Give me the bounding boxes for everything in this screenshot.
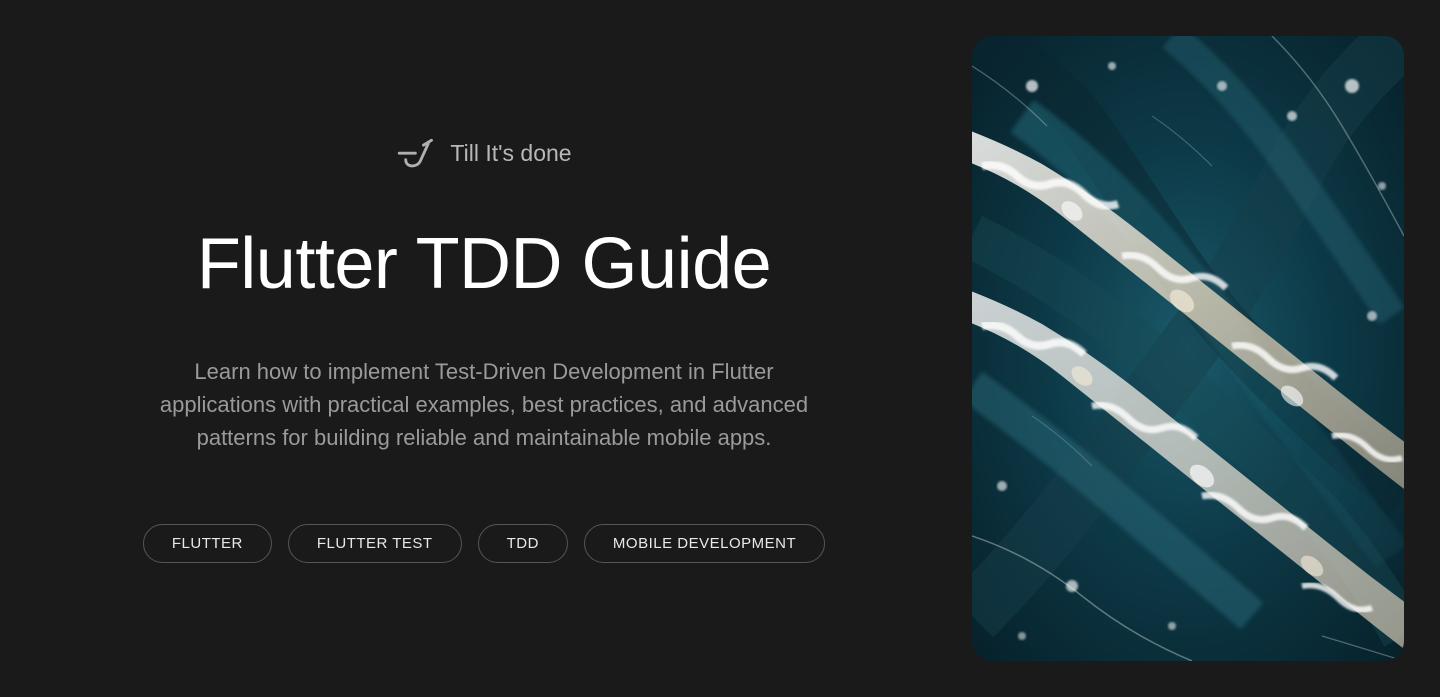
logo: Till It's done [396, 135, 571, 173]
page-description: Learn how to implement Test-Driven Devel… [144, 355, 824, 454]
tag-flutter[interactable]: FLUTTER [143, 524, 272, 563]
page-title: Flutter TDD Guide [197, 223, 771, 305]
page-container: Till It's done Flutter TDD Guide Learn h… [0, 0, 1440, 697]
logo-text: Till It's done [450, 140, 571, 167]
tags-container: FLUTTER FLUTTER TEST TDD MOBILE DEVELOPM… [143, 524, 825, 563]
content-section: Till It's done Flutter TDD Guide Learn h… [36, 36, 932, 661]
image-section [972, 36, 1404, 661]
tag-flutter-test[interactable]: FLUTTER TEST [288, 524, 462, 563]
logo-icon [396, 135, 438, 173]
hero-image [972, 36, 1404, 661]
tag-mobile-development[interactable]: MOBILE DEVELOPMENT [584, 524, 825, 563]
tag-tdd[interactable]: TDD [478, 524, 568, 563]
